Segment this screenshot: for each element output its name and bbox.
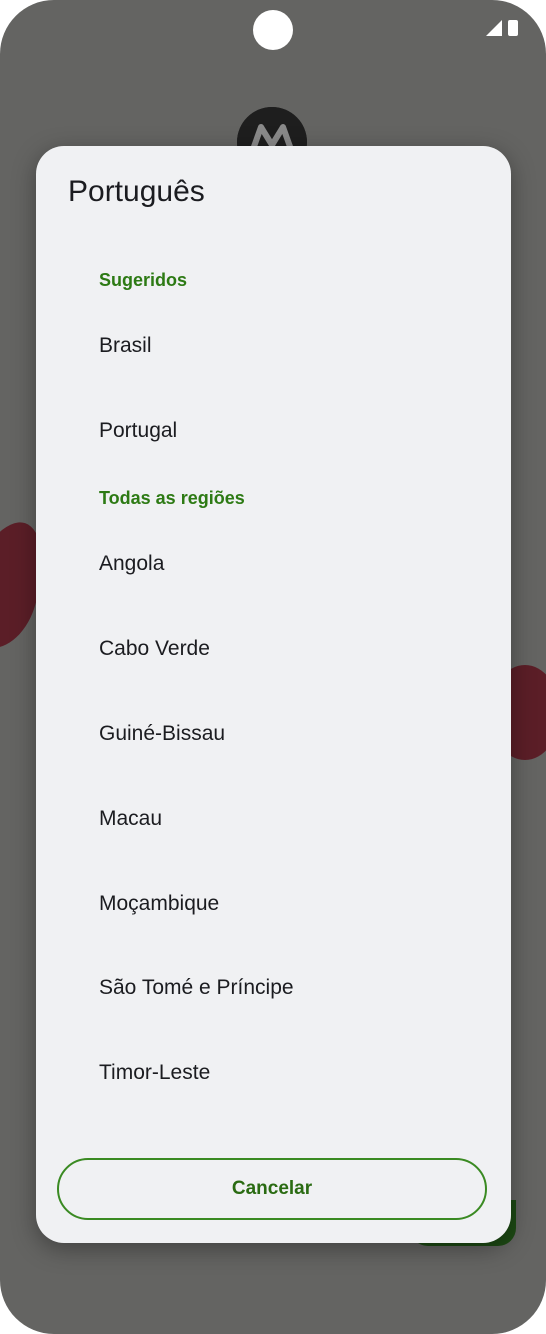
region-item-label: São Tomé e Príncipe — [99, 976, 294, 999]
region-item-label: Timor-Leste — [99, 1061, 211, 1084]
region-item-brasil[interactable]: Brasil — [36, 310, 511, 382]
region-item-cabo-verde[interactable]: Cabo Verde — [36, 613, 511, 685]
section-header-all-regions: Todas as regiões — [99, 488, 245, 508]
region-item-label: Macau — [99, 807, 163, 830]
region-selection-dialog: Português Sugeridos Brasil Portugal Toda… — [36, 146, 511, 1243]
region-item-guine-bissau[interactable]: Guiné-Bissau — [36, 698, 511, 770]
region-item-label: Guiné-Bissau — [99, 722, 226, 745]
front-camera-cutout — [253, 10, 293, 50]
status-bar-icons — [486, 20, 518, 36]
region-item-sao-tome-e-principe[interactable]: São Tomé e Príncipe — [36, 952, 511, 1024]
region-item-mocambique[interactable]: Moçambique — [36, 868, 511, 940]
region-item-label: Moçambique — [99, 892, 220, 915]
battery-icon — [508, 20, 518, 36]
region-item-macau[interactable]: Macau — [36, 783, 511, 855]
region-item-timor-leste[interactable]: Timor-Leste — [36, 1037, 511, 1109]
region-item-label: Portugal — [99, 419, 178, 442]
device-screen: Português Sugeridos Brasil Portugal Toda… — [0, 0, 546, 1334]
region-item-label: Brasil — [99, 334, 152, 357]
region-item-portugal[interactable]: Portugal — [36, 395, 511, 467]
dialog-title: Português — [68, 175, 205, 208]
cancel-button[interactable]: Cancelar — [57, 1158, 487, 1220]
section-header-suggested: Sugeridos — [99, 270, 188, 290]
signal-icon — [486, 20, 502, 36]
region-item-angola[interactable]: Angola — [36, 528, 511, 600]
region-item-label: Angola — [99, 552, 165, 575]
region-item-label: Cabo Verde — [99, 637, 210, 660]
